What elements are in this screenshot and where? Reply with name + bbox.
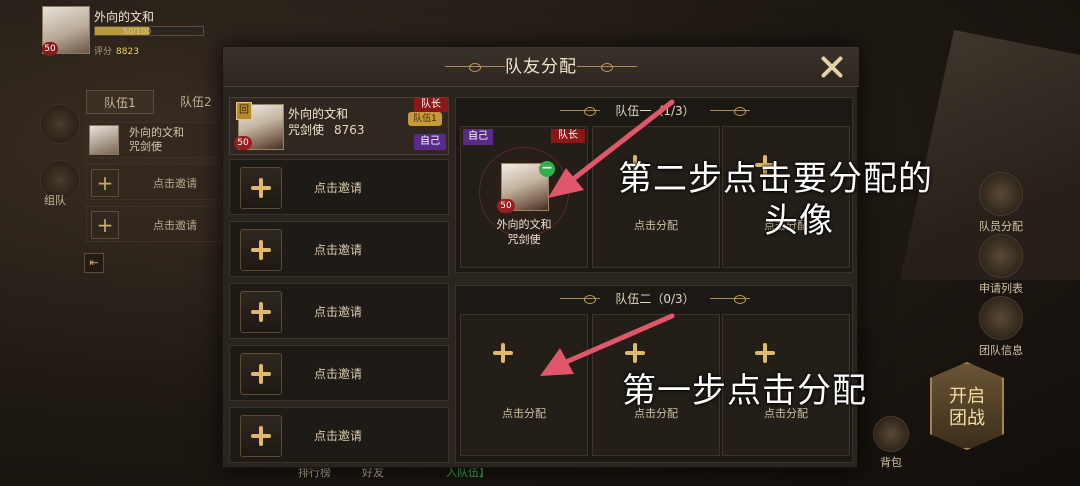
exit-icon[interactable]: ⇤ [84, 253, 104, 273]
team-info-button[interactable]: 团队信息 [972, 296, 1030, 358]
team-info-label: 团队信息 [979, 344, 1023, 357]
assign-label: 点击分配 [502, 407, 546, 420]
hud-player-name: 外向的文和 [94, 10, 155, 24]
bag-button[interactable]: 背包 [862, 416, 920, 470]
hud-tab-team2[interactable]: 队伍2 [170, 90, 222, 114]
hud-score: 评分 8823 [94, 44, 139, 57]
ornament-right [577, 63, 637, 72]
hud-invite-label: 点击邀请 [153, 219, 197, 232]
hud-progress-bar: 50/100 [94, 26, 204, 36]
invite-slot[interactable]: 点击邀请 [229, 159, 449, 215]
hud-side-icon[interactable] [40, 104, 80, 144]
start-battle-label: 开启 团战 [949, 386, 985, 429]
leader-tag: 队长 [414, 98, 448, 112]
ornament-right [710, 295, 750, 304]
hud-member-name-line2: 咒剑使 [129, 140, 162, 153]
hud-member-name: 外向的文和 咒剑使 [129, 126, 184, 154]
hud-progress-text: 50/100 [123, 27, 152, 36]
hud-invite-row[interactable]: + 点击邀请 [86, 206, 222, 242]
team2-title: 队伍二（0/3） [615, 292, 695, 306]
bag-icon [873, 416, 909, 452]
hud-tab-team1[interactable]: 队伍1 [86, 90, 154, 114]
plus-icon: + [91, 211, 119, 239]
member-assign-button[interactable]: 队员分配 [972, 172, 1030, 234]
team1-header: 队伍一（1/3） [456, 98, 854, 124]
invite-slot[interactable]: 点击邀请 [229, 283, 449, 339]
team-tag: 队伍1 [408, 112, 442, 126]
remove-icon[interactable]: − [539, 161, 555, 177]
hud-player-card[interactable]: 50 外向的文和 50/100 评分 8823 [42, 6, 222, 64]
hud-member-name-line1: 外向的文和 [129, 126, 184, 139]
team1-slot-filled[interactable]: 自己 队长 50 − 外向的文和 咒剑使 [460, 126, 588, 268]
team2-header: 队伍二（0/3） [456, 286, 854, 312]
invite-label: 点击邀请 [314, 305, 363, 319]
invite-label: 点击邀请 [314, 429, 363, 443]
ornament-right [710, 107, 750, 116]
invite-slot[interactable]: 点击邀请 [229, 345, 449, 401]
bag-label: 背包 [880, 456, 902, 469]
apply-list-icon [979, 234, 1023, 278]
member-info: 外向的文和 咒剑使 8763 [288, 106, 365, 138]
plus-icon[interactable] [240, 229, 282, 271]
hud-team-label: 组队 [44, 194, 66, 207]
team-info-icon [979, 296, 1023, 340]
invite-slot[interactable]: 点击邀请 [229, 221, 449, 277]
self-tag: 自己 [414, 134, 446, 150]
invite-slot[interactable]: 点击邀请 [229, 407, 449, 463]
start-battle-button[interactable]: 开启 团战 [930, 362, 1004, 450]
ornament-left [560, 295, 600, 304]
annotation-step2-line1: 第二步点击要分配的 [618, 159, 933, 199]
member-power: 8763 [334, 123, 365, 137]
hud-member-avatar [89, 125, 119, 155]
plus-icon: + [91, 169, 119, 197]
hud-team-panel: 队伍1 队伍2 外向的文和 咒剑使 + 点击邀请 + 点击邀请 [0, 90, 222, 270]
plus-icon[interactable] [240, 167, 282, 209]
annotation-step2-cont: 头像 [764, 202, 834, 240]
assigned-player-name: 外向的文和 [496, 218, 552, 231]
member-assign-icon [979, 172, 1023, 216]
rank-badge: 回 [236, 102, 252, 120]
member-name: 外向的文和 [288, 107, 349, 121]
member-class: 咒剑使 [288, 123, 325, 137]
invite-label: 点击邀请 [314, 243, 363, 257]
hud-member-row[interactable]: 外向的文和 咒剑使 [86, 122, 222, 158]
invite-label: 点击邀请 [314, 181, 363, 195]
member-level-badge: 50 [234, 136, 252, 150]
assign-label: 点击分配 [634, 219, 678, 232]
assigned-level-badge: 50 [497, 199, 515, 213]
self-tag: 自己 [463, 129, 493, 145]
apply-list-button[interactable]: 申请列表 [972, 234, 1030, 296]
plus-icon[interactable] [240, 353, 282, 395]
hud-score-label: 评分 [94, 47, 113, 57]
assigned-player-class: 咒剑使 [507, 233, 541, 246]
ornament-left [560, 107, 600, 116]
annotation-step2: 第二步点击要分配的 [618, 160, 933, 198]
plus-icon[interactable] [240, 415, 282, 457]
plus-icon[interactable] [240, 291, 282, 333]
team2-slot[interactable]: 点击分配 [460, 314, 588, 456]
close-icon[interactable] [819, 54, 845, 80]
annotation-step1-text: 第一步点击分配 [622, 371, 867, 411]
dialog-title: 队友分配 [505, 57, 577, 77]
member-assign-label: 队员分配 [979, 220, 1023, 233]
apply-list-label: 申请列表 [979, 282, 1023, 295]
hud-level-badge: 50 [42, 42, 58, 56]
team1-title: 队伍一（1/3） [615, 104, 695, 118]
leader-tag: 队长 [551, 129, 585, 143]
hud-invite-row[interactable]: + 点击邀请 [86, 164, 222, 200]
member-card[interactable]: 回 50 外向的文和 咒剑使 8763 队长 队伍1 自己 [229, 97, 449, 155]
hud-score-value: 8823 [116, 47, 139, 57]
annotation-step2-line2: 头像 [764, 201, 834, 241]
dialog-header: 队友分配 [223, 47, 859, 87]
assigned-name: 外向的文和 咒剑使 [461, 217, 587, 247]
invite-label: 点击邀请 [314, 367, 363, 381]
annotation-step1: 第一步点击分配 [622, 372, 867, 410]
hud-invite-label: 点击邀请 [153, 177, 197, 190]
